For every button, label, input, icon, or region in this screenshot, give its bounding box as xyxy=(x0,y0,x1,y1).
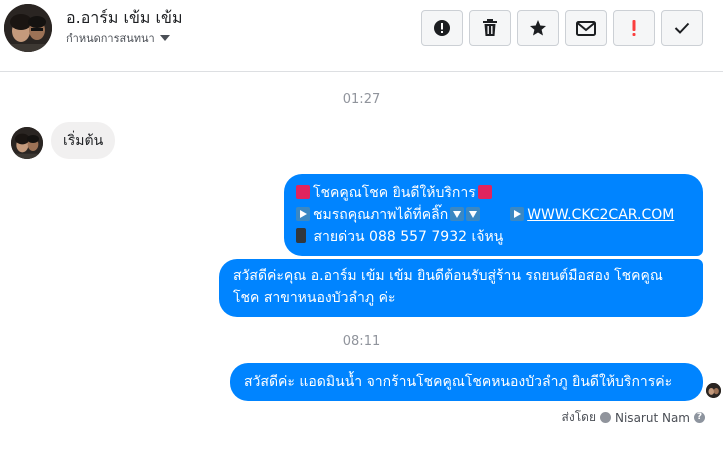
message-text: ชมรถคุณภาพได้ที่คลิ๊ก xyxy=(313,207,449,223)
incoming-message-bubble[interactable]: เริ่มต้น xyxy=(51,122,116,159)
play-button-emoji-icon xyxy=(296,207,310,221)
caret-down-icon xyxy=(159,35,170,41)
seen-by-avatar xyxy=(706,383,721,398)
down-arrow-emoji-icon xyxy=(466,207,481,221)
sent-status-icon xyxy=(600,412,611,423)
mark-unread-button[interactable] xyxy=(565,10,607,46)
contact-avatar[interactable] xyxy=(4,4,52,52)
sent-by-label: ส่งโดย xyxy=(561,410,596,424)
sender-name: Nisarut Nam xyxy=(615,410,690,425)
mark-done-button[interactable] xyxy=(661,10,703,46)
message-timestamp: 01:27 xyxy=(342,92,381,107)
exclamation-icon xyxy=(632,20,636,36)
outgoing-message-bubble[interactable]: โชคคูณโชค ยินดีให้บริการ ชมรถคุณภาพได้ที… xyxy=(284,174,703,256)
label-dropdown-text: กำหนดการสนทนา xyxy=(66,32,155,45)
message-text: สวัสดีค่ะ แอดมินน้ำ จากร้านโชคคูณโชคหนอง… xyxy=(244,374,673,390)
action-toolbar xyxy=(421,10,703,46)
sender-avatar xyxy=(11,127,43,159)
help-icon[interactable]: ? xyxy=(694,412,705,423)
delete-button[interactable] xyxy=(469,10,511,46)
down-arrow-emoji-icon xyxy=(450,207,465,221)
urgent-button[interactable] xyxy=(613,10,655,46)
red-square-emoji-icon xyxy=(477,185,492,199)
red-square-emoji-icon xyxy=(296,185,310,199)
contact-name: อ.อาร์ม เข้ม เข้ม xyxy=(66,8,183,27)
message-line: ชมรถคุณภาพได้ที่คลิ๊ก WWW.CKC2CAR.COM xyxy=(296,204,689,226)
message-text: เริ่มต้น xyxy=(63,132,104,149)
outgoing-message-bubble[interactable]: สวัสดีค่ะ แอดมินน้ำ จากร้านโชคคูณโชคหนอง… xyxy=(230,363,703,401)
sent-by-info: ส่งโดย Nisarut Nam ? xyxy=(562,408,705,427)
trash-icon xyxy=(483,19,497,36)
message-line: สายด่วน 088 557 7932 เจ้หนู xyxy=(296,226,689,248)
play-button-emoji-icon xyxy=(510,207,525,221)
message-timestamp: 08:11 xyxy=(342,334,381,349)
website-link[interactable]: WWW.CKC2CAR.COM xyxy=(527,207,674,223)
message-text: โชคคูณโชค ยินดีให้บริการ xyxy=(313,185,476,201)
report-button[interactable] xyxy=(421,10,463,46)
conversation-header: อ.อาร์ม เข้ม เข้ม กำหนดการสนทนา xyxy=(0,0,723,72)
envelope-icon xyxy=(576,20,596,36)
alert-circle-icon xyxy=(434,20,450,36)
message-line: โชคคูณโชค ยินดีให้บริการ xyxy=(296,182,689,204)
mobile-phone-emoji-icon xyxy=(296,228,306,243)
outgoing-message-bubble[interactable]: สวัสดีค่ะคุณ อ.อาร์ม เข้ม เข้ม ยินดีต้อน… xyxy=(219,259,703,317)
message-text: สวัสดีค่ะคุณ อ.อาร์ม เข้ม เข้ม ยินดีต้อน… xyxy=(233,268,663,306)
star-icon xyxy=(530,20,546,36)
conversation-label-dropdown[interactable]: กำหนดการสนทนา xyxy=(66,29,170,47)
star-button[interactable] xyxy=(517,10,559,46)
message-text: สายด่วน 088 557 7932 เจ้หนู xyxy=(313,229,504,245)
checkmark-icon xyxy=(674,22,690,34)
